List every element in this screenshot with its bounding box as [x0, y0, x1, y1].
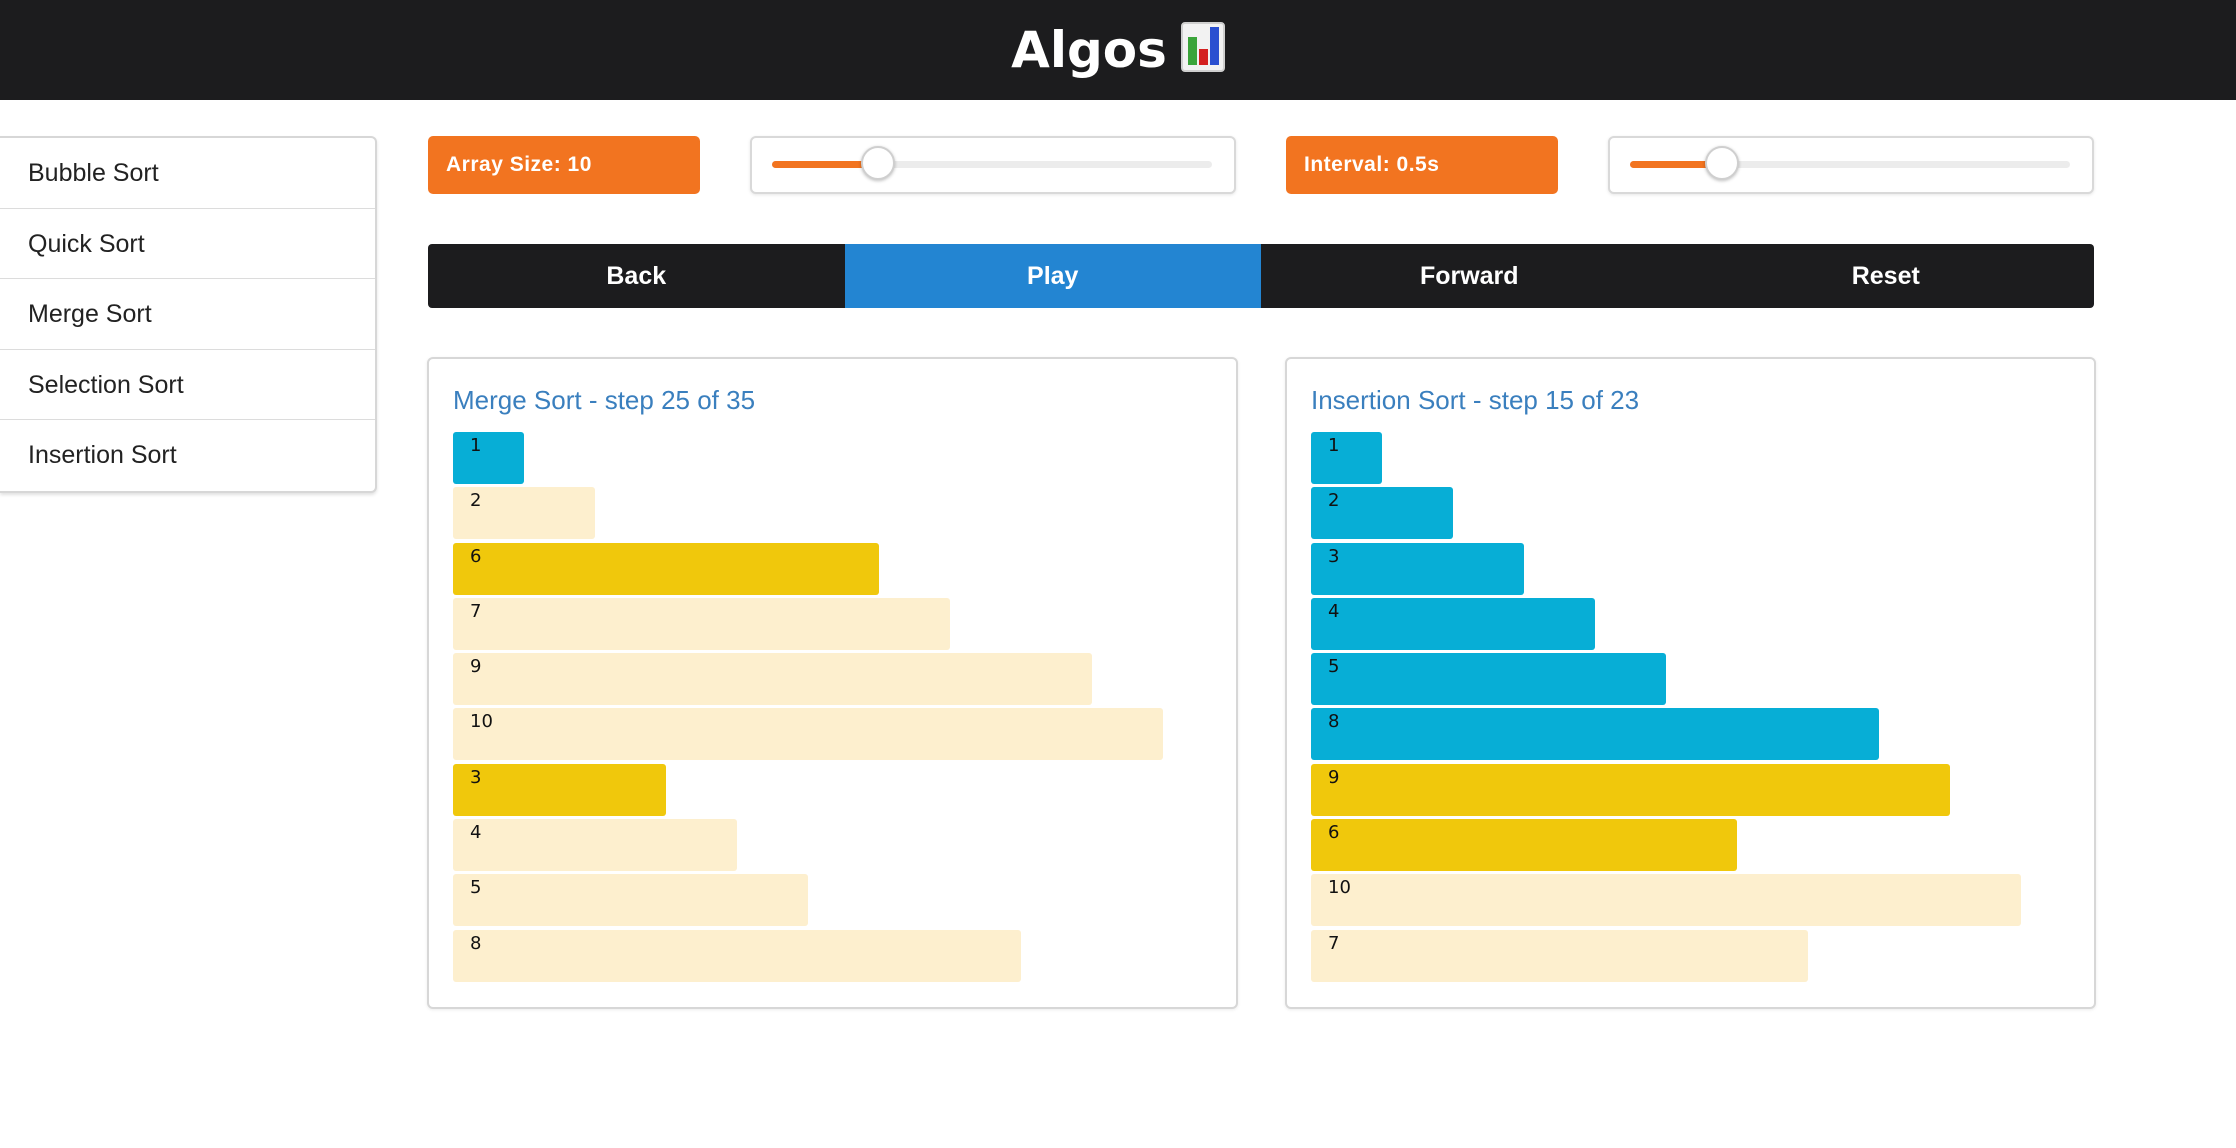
bar-sorted: 1	[1311, 432, 1382, 484]
bar-sorted: 5	[1311, 653, 1666, 706]
array-size-slider[interactable]	[750, 136, 1236, 194]
app-title: Algos	[1011, 21, 1167, 79]
bar-active: 9	[1311, 763, 1950, 816]
bar-unsorted: 2	[453, 487, 595, 540]
bar-value-label: 6	[1328, 822, 1340, 844]
sidebar-item-selection-sort[interactable]: Selection Sort	[0, 350, 375, 420]
bar-sorted: 8	[1311, 708, 1879, 761]
bar-value-label: 7	[470, 600, 482, 622]
sidebar-item-bubble-sort[interactable]: Bubble Sort	[0, 138, 375, 209]
bar-chart-icon	[1180, 22, 1225, 72]
bar-value-label: 2	[470, 490, 482, 512]
array-size-badge: Array Size: 10	[428, 136, 700, 194]
sidebar-item-insertion-sort[interactable]: Insertion Sort	[0, 420, 375, 491]
bar-value-label: 8	[470, 932, 482, 954]
bar-active: 6	[453, 542, 879, 595]
back-button[interactable]: Back	[428, 244, 845, 308]
array-size-slider-handle[interactable]	[860, 146, 895, 180]
bar-sorted: 4	[1311, 597, 1595, 650]
bar-value-label: 6	[470, 545, 482, 567]
bar-value-label: 9	[1328, 766, 1340, 788]
reset-button[interactable]: Reset	[1678, 244, 2095, 308]
bar-value-label: 5	[1328, 656, 1340, 678]
bar-value-label: 7	[1328, 932, 1340, 954]
bar-value-label: 8	[1328, 711, 1340, 733]
interval-slider-track[interactable]	[1630, 146, 2070, 180]
algorithm-sidebar: Bubble Sort Quick Sort Merge Sort Select…	[0, 136, 377, 493]
bar-value-label: 4	[1328, 600, 1340, 622]
sidebar-item-merge-sort[interactable]: Merge Sort	[0, 279, 375, 350]
interval-slider-handle[interactable]	[1705, 146, 1740, 180]
interval-badge: Interval: 0.5s	[1286, 136, 1558, 194]
play-button[interactable]: Play	[844, 244, 1261, 308]
merge-sort-bars: 1 2 6 7 9 10 3 4 5 8	[453, 432, 1193, 985]
bar-sorted: 3	[1311, 542, 1524, 595]
bar-value-label: 10	[1328, 877, 1351, 899]
bar-unsorted: 9	[453, 653, 1092, 706]
merge-sort-panel-title: Merge Sort - step 25 of 35	[453, 385, 756, 415]
playback-controls: Back Play Forward Reset	[428, 244, 2094, 308]
bar-value-label: 1	[470, 435, 482, 456]
bar-unsorted: 7	[1311, 929, 1808, 982]
bar-active: 3	[453, 763, 666, 816]
bar-value-label: 4	[470, 822, 482, 844]
bar-unsorted: 4	[453, 819, 737, 872]
insertion-sort-panel-title: Insertion Sort - step 15 of 23	[1311, 385, 1640, 415]
bar-value-label: 3	[470, 766, 482, 788]
bar-unsorted: 10	[453, 708, 1163, 761]
bar-value-label: 2	[1328, 490, 1340, 512]
insertion-sort-bars: 1 2 3 4 5 8 9 6 10 7	[1311, 432, 2051, 985]
bar-active: 6	[1311, 819, 1737, 872]
bar-unsorted: 5	[453, 874, 808, 927]
interval-slider[interactable]	[1608, 136, 2094, 194]
app-header: Algos	[0, 0, 2236, 100]
merge-sort-panel: Merge Sort - step 25 of 35 1 2 6 7 9 10 3 4 5 8	[427, 357, 1238, 1009]
bar-value-label: 3	[1328, 545, 1340, 567]
bar-value-label: 9	[470, 656, 482, 678]
bar-unsorted: 10	[1311, 874, 2021, 927]
bar-value-label: 10	[470, 711, 493, 733]
forward-button[interactable]: Forward	[1261, 244, 1678, 308]
insertion-sort-panel: Insertion Sort - step 15 of 23 123458961…	[1285, 357, 2096, 1009]
sidebar-item-quick-sort[interactable]: Quick Sort	[0, 209, 375, 279]
bar-value-label: 1	[1328, 435, 1340, 456]
bar-unsorted: 7	[453, 597, 950, 650]
array-size-slider-track[interactable]	[772, 146, 1212, 180]
bar-unsorted: 8	[453, 929, 1021, 982]
bar-value-label: 5	[470, 877, 482, 899]
bar-sorted: 1	[453, 432, 524, 484]
bar-sorted: 2	[1311, 487, 1453, 540]
